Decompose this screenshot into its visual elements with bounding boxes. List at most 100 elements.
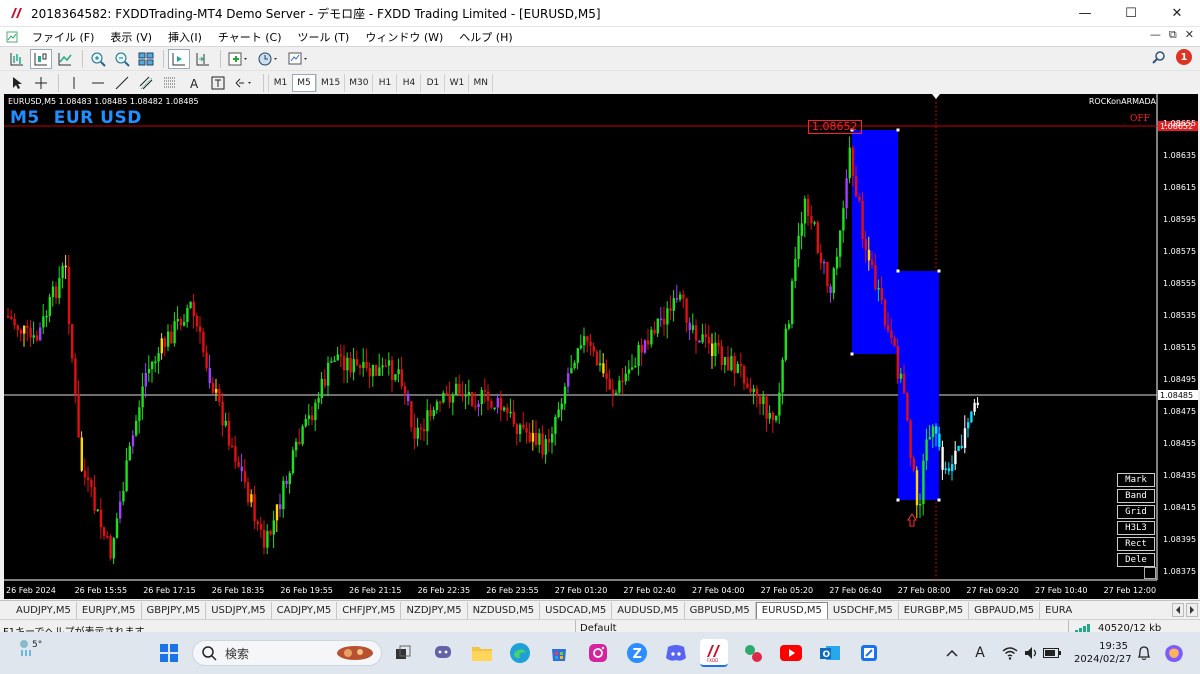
candle-body (298, 441, 301, 445)
timeframe-m30-button[interactable]: M30 (344, 73, 372, 92)
tile-windows-button[interactable] (135, 49, 157, 69)
menu-chart[interactable]: チャート (C) (210, 29, 290, 45)
timeframe-m1-button[interactable]: M1 (268, 73, 292, 92)
tab-gbpusd[interactable]: GBPUSD,M5 (685, 601, 756, 619)
tab-usdjpy[interactable]: USDJPY,M5 (206, 601, 272, 619)
close-button[interactable]: ✕ (1154, 0, 1200, 27)
tab-scroll-right-button[interactable] (1186, 603, 1198, 617)
zoom-in-button[interactable] (87, 49, 109, 69)
periods-button[interactable] (255, 49, 283, 69)
band-button[interactable]: Band (1117, 489, 1155, 503)
menu-tools[interactable]: ツール (T) (290, 29, 358, 45)
zone-handle (937, 269, 941, 273)
vertical-line-button[interactable] (63, 73, 85, 93)
edge-button[interactable] (508, 641, 532, 665)
teams-chat-button[interactable] (431, 641, 455, 665)
youtube-button[interactable] (779, 641, 803, 665)
tab-eurjpy[interactable]: EURJPY,M5 (77, 601, 142, 619)
menu-file[interactable]: ファイル (F) (24, 29, 102, 45)
copilot-button[interactable] (1162, 641, 1186, 665)
menu-insert[interactable]: 挿入(I) (160, 29, 210, 45)
templates-button[interactable] (285, 49, 313, 69)
mdi-close-button[interactable]: ✕ (1185, 28, 1194, 42)
tab-usdcad[interactable]: USDCAD,M5 (540, 601, 613, 619)
notifications-button[interactable] (1134, 641, 1154, 665)
candle-body (944, 468, 947, 470)
tab-nzdjpy[interactable]: NZDJPY,M5 (401, 601, 468, 619)
fibonacci-button[interactable] (159, 73, 181, 93)
bar-chart-button[interactable] (6, 49, 28, 69)
candle-body (925, 439, 928, 461)
mdi-restore-button[interactable]: ⧉ (1169, 28, 1177, 42)
delete-button[interactable]: Dele (1117, 553, 1155, 567)
tab-audusd[interactable]: AUDUSD,M5 (612, 601, 685, 619)
grid-button[interactable]: Grid (1117, 505, 1155, 519)
maximize-button[interactable]: ☐ (1108, 0, 1154, 27)
horizontal-line-button[interactable] (87, 73, 109, 93)
tab-eura[interactable]: EURA (1040, 602, 1077, 619)
tab-eurgbp[interactable]: EURGBP,M5 (899, 601, 970, 619)
line-chart-button[interactable] (54, 49, 76, 69)
crosshair-button[interactable] (30, 73, 52, 93)
zoom-out-button[interactable] (111, 49, 133, 69)
start-button[interactable] (157, 641, 181, 665)
rect-button[interactable]: Rect (1117, 537, 1155, 551)
discord-button[interactable] (664, 641, 688, 665)
system-clock[interactable]: 19:35 2024/02/27 (1074, 640, 1132, 666)
timeframe-h1-button[interactable]: H1 (372, 73, 396, 92)
timeframe-d1-button[interactable]: D1 (420, 73, 444, 92)
snipping-tool-button[interactable] (857, 641, 881, 665)
tab-scroll-left-button[interactable] (1172, 603, 1184, 617)
candle-body (515, 424, 519, 435)
volume-button[interactable] (1022, 641, 1042, 665)
candlestick-button[interactable] (30, 48, 52, 69)
tab-usdchf[interactable]: USDCHF,M5 (828, 601, 899, 619)
menu-view[interactable]: 表示 (V) (102, 29, 160, 45)
taskbar-search[interactable]: 検索 (192, 640, 382, 666)
zoom-app-button[interactable]: Z (625, 641, 649, 665)
timeframe-mn-button[interactable]: MN (468, 73, 493, 92)
arrows-button[interactable] (231, 73, 257, 93)
outlook-button[interactable]: O (818, 641, 842, 665)
tab-audjpy[interactable]: AUDJPY,M5 (0, 601, 77, 619)
cursor-button[interactable] (6, 73, 28, 93)
timeframe-w1-button[interactable]: W1 (444, 73, 468, 92)
indicators-button[interactable] (225, 49, 253, 69)
candle-body (560, 403, 563, 410)
trendline-button[interactable] (111, 73, 133, 93)
store-button[interactable] (547, 641, 571, 665)
price-chart[interactable]: 1.08652 1.08485 EURUSD,M5 1.08483 1.08485… (4, 94, 1198, 599)
timeframe-m15-button[interactable]: M15 (316, 73, 344, 92)
ime-indicator[interactable]: A (970, 641, 990, 665)
tray-overflow-button[interactable] (943, 641, 961, 665)
weather-widget[interactable]: 5° (18, 638, 46, 668)
instagram-button[interactable] (586, 641, 610, 665)
tab-gbpaud[interactable]: GBPAUD,M5 (969, 601, 1041, 619)
tab-chfjpy[interactable]: CHFJPY,M5 (337, 601, 402, 619)
mdi-minimize-button[interactable]: — (1150, 28, 1161, 42)
tab-cadjpy[interactable]: CADJPY,M5 (272, 601, 338, 619)
h3l3-button[interactable]: H3L3 (1117, 521, 1155, 535)
mt4-taskbar-button[interactable]: FXDD (700, 639, 728, 667)
text-button[interactable]: A (183, 73, 205, 93)
channel-button[interactable] (135, 73, 157, 93)
search-icon[interactable] (1152, 50, 1166, 64)
notification-badge[interactable]: 1 (1176, 49, 1192, 65)
text-label-button[interactable] (207, 73, 229, 93)
tab-nzdusd[interactable]: NZDUSD,M5 (468, 601, 541, 619)
tab-eurusd[interactable]: EURUSD,M5 (755, 601, 828, 619)
task-view-button[interactable] (391, 641, 415, 665)
battery-button[interactable] (1042, 641, 1062, 665)
auto-scroll-button[interactable] (168, 48, 190, 69)
timeframe-m5-button[interactable]: M5 (292, 73, 316, 92)
spaces-app-button[interactable] (741, 641, 765, 665)
mark-button[interactable]: Mark (1117, 473, 1155, 487)
file-explorer-button[interactable] (470, 641, 494, 665)
menu-help[interactable]: ヘルプ (H) (451, 29, 520, 45)
minimize-button[interactable]: — (1062, 0, 1108, 27)
timeframe-h4-button[interactable]: H4 (396, 73, 420, 92)
wifi-button[interactable] (1000, 641, 1020, 665)
tab-gbpjpy[interactable]: GBPJPY,M5 (142, 601, 207, 619)
chart-shift-button[interactable] (192, 49, 214, 69)
menu-window[interactable]: ウィンドウ (W) (357, 29, 451, 45)
